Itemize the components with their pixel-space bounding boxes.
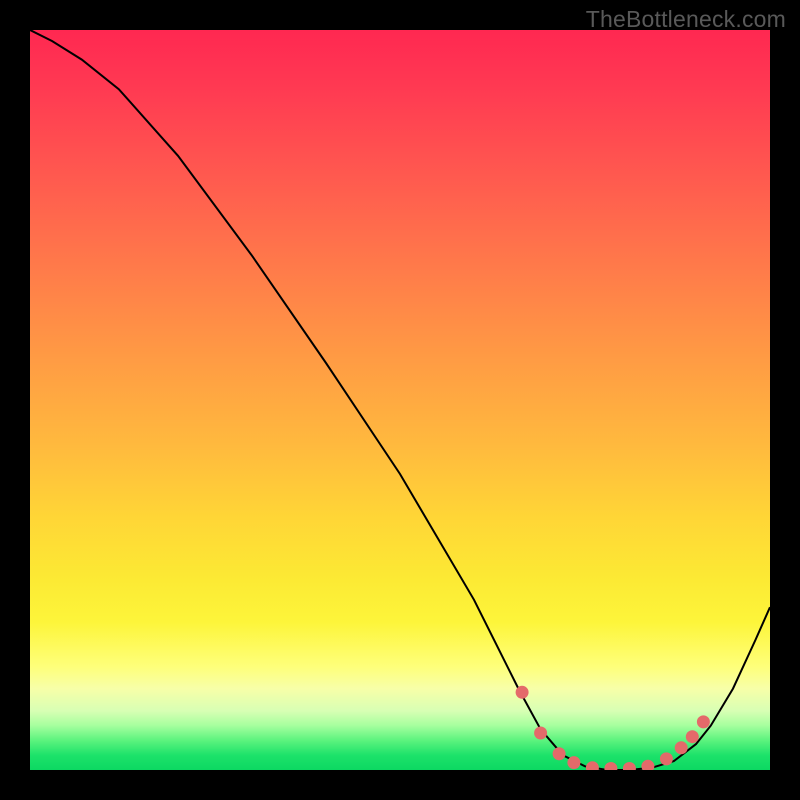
valley-marker-dot: [697, 715, 710, 728]
valley-marker-dot: [641, 760, 654, 770]
valley-marker-dot: [675, 741, 688, 754]
valley-marker-dot: [553, 747, 566, 760]
valley-marker-dot: [586, 761, 599, 770]
watermark-text: TheBottleneck.com: [586, 6, 786, 33]
chart-overlay-svg: [30, 30, 770, 770]
valley-marker-dot: [516, 686, 529, 699]
valley-marker-dot: [623, 762, 636, 770]
valley-marker-dot: [686, 730, 699, 743]
valley-marker-dot: [660, 752, 673, 765]
valley-marker-dot: [567, 756, 580, 769]
chart-frame: TheBottleneck.com: [0, 0, 800, 800]
bottleneck-curve: [30, 30, 770, 770]
valley-marker-dot: [604, 762, 617, 770]
valley-markers: [516, 686, 710, 770]
valley-marker-dot: [534, 727, 547, 740]
